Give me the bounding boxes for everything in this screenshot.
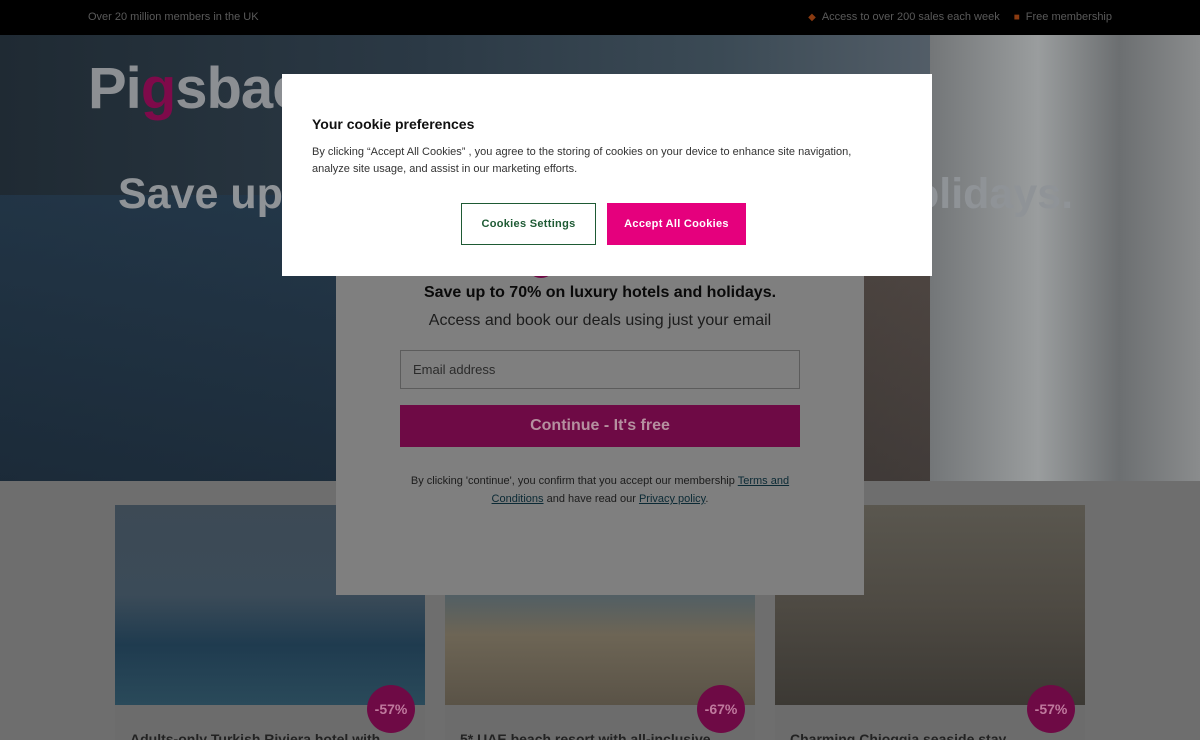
perk-sales-label: Access to over 200 sales each week bbox=[821, 11, 1000, 23]
discount-badge: -67% bbox=[697, 685, 745, 733]
deal-title: 5* UAE beach resort with all-inclusive bbox=[460, 731, 711, 740]
deal-title: Adults-only Turkish Riviera hotel with bbox=[130, 731, 381, 740]
legal-text: By clicking 'continue', you confirm that… bbox=[396, 472, 804, 508]
logo-g: g bbox=[140, 56, 176, 121]
hero-image-curtain bbox=[930, 35, 1200, 481]
cookies-settings-button[interactable]: Cookies Settings bbox=[461, 203, 596, 245]
legal-prefix: By clicking 'continue', you confirm that… bbox=[410, 475, 738, 487]
discount-badge: -57% bbox=[367, 685, 415, 733]
continue-button[interactable]: Continue - It's free bbox=[400, 405, 800, 447]
deal-title: Charming Chioggia seaside stay bbox=[790, 731, 1007, 740]
legal-middle: and have read our bbox=[543, 493, 639, 505]
hero-title: Save up olidays. bbox=[118, 170, 1073, 219]
signup-title: Save up to 70% on luxury hotels and holi… bbox=[423, 284, 777, 301]
logo-text-start: Pi bbox=[88, 56, 142, 121]
email-field[interactable] bbox=[400, 350, 800, 389]
topbar-perks: ◆ Access to over 200 sales each week ■ F… bbox=[808, 11, 1112, 23]
signup-subtitle: Access and book our deals using just you… bbox=[428, 312, 772, 329]
hero-title-left: Save up bbox=[118, 170, 283, 218]
lock-icon: ■ bbox=[1013, 11, 1020, 23]
cookie-dialog: Your cookie preferences By clicking “Acc… bbox=[282, 74, 932, 276]
tag-icon: ◆ bbox=[808, 11, 816, 23]
accept-all-cookies-button[interactable]: Accept All Cookies bbox=[607, 203, 746, 245]
perk-sales: ◆ Access to over 200 sales each week bbox=[808, 11, 1000, 23]
hero-title-right: olidays. bbox=[913, 170, 1074, 218]
cookie-body: By clicking “Accept All Cookies” , you a… bbox=[312, 146, 852, 175]
discount-badge: -57% bbox=[1027, 685, 1075, 733]
members-text: Over 20 million members in the UK bbox=[88, 11, 259, 23]
perk-membership: ■ Free membership bbox=[1014, 11, 1112, 23]
pigsback-logo[interactable]: Pigsbac bbox=[88, 55, 304, 122]
legal-suffix: . bbox=[705, 493, 709, 505]
top-bar: Over 20 million members in the UK ◆ Acce… bbox=[0, 0, 1200, 35]
privacy-link[interactable]: Privacy policy bbox=[639, 493, 705, 505]
cookie-title: Your cookie preferences bbox=[312, 116, 475, 132]
perk-membership-label: Free membership bbox=[1025, 11, 1112, 23]
signup-modal: Save up to 70% on luxury hotels and holi… bbox=[336, 262, 864, 595]
